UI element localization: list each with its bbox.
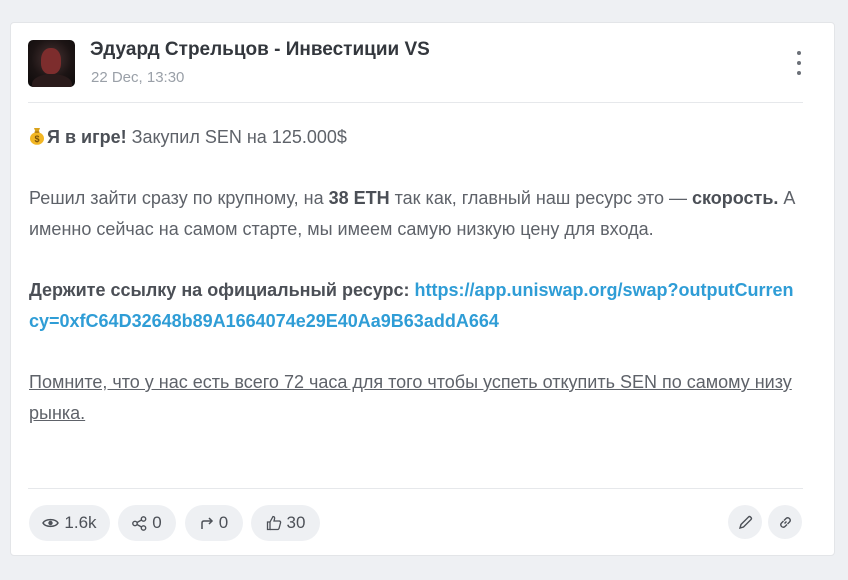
p2-text-b: так как, главный наш ресурс это — [389, 188, 692, 208]
post-card: Эдуард Стрельцов - Инвестиции VS 22 Dec,… [10, 22, 835, 556]
post-line-1: $ Я в игре! Закупил SEN на 125.000$ [29, 122, 799, 153]
avatar-face [41, 48, 61, 74]
post-lead-bold: Я в игре! [47, 127, 127, 147]
avatar[interactable] [28, 40, 75, 87]
kebab-dot [797, 61, 801, 65]
kebab-menu-icon[interactable] [791, 51, 807, 75]
thumbs-up-icon [266, 515, 281, 531]
views-count: 1.6k [64, 513, 97, 532]
post-date: 22 Dec, 13:30 [91, 69, 185, 86]
footer-divider [28, 488, 803, 489]
svg-text:$: $ [34, 134, 39, 144]
money-bag-icon: $ [30, 128, 44, 145]
forwards-count: 0 [218, 513, 229, 532]
edit-button[interactable] [728, 505, 762, 539]
forwards-pill[interactable]: 0 [185, 505, 243, 541]
p4-underlined-text: Помните, что у нас есть всего 72 часа дл… [29, 372, 792, 423]
shares-count: 0 [152, 513, 162, 532]
shares-pill[interactable]: 0 [118, 505, 176, 541]
p2-bold-speed: скорость. [691, 188, 779, 208]
p2-text-a: Решил зайти сразу по крупному, на [29, 188, 329, 208]
likes-pill[interactable]: 30 [251, 505, 320, 541]
author-name[interactable]: Эдуард Стрельцов - Инвестиции VS [90, 39, 430, 61]
forward-arrow-icon [201, 517, 213, 529]
kebab-dot [797, 71, 801, 75]
kebab-dot [797, 51, 801, 55]
pencil-icon [738, 515, 752, 529]
link-icon [779, 516, 791, 528]
avatar-shoulders [32, 74, 72, 87]
header-divider [28, 102, 803, 103]
p2-bold-eth: 38 ETH [328, 188, 390, 208]
eye-icon [42, 518, 60, 528]
likes-count: 30 [286, 513, 306, 532]
views-pill[interactable]: 1.6k [29, 505, 110, 541]
share-nodes-icon [132, 515, 147, 531]
post-paragraph-2: Решил зайти сразу по крупному, на 38 ETH… [29, 183, 799, 245]
copy-link-button[interactable] [768, 505, 802, 539]
p3-bold-label: Держите ссылку на официальный ресурс: [29, 280, 410, 300]
post-lead-text: Закупил SEN на 125.000$ [126, 127, 347, 147]
post-body: $ Я в игре! Закупил SEN на 125.000$ Реши… [29, 122, 799, 459]
post-paragraph-3: Держите ссылку на официальный ресурс: ht… [29, 275, 799, 337]
post-paragraph-4: Помните, что у нас есть всего 72 часа дл… [29, 367, 799, 429]
